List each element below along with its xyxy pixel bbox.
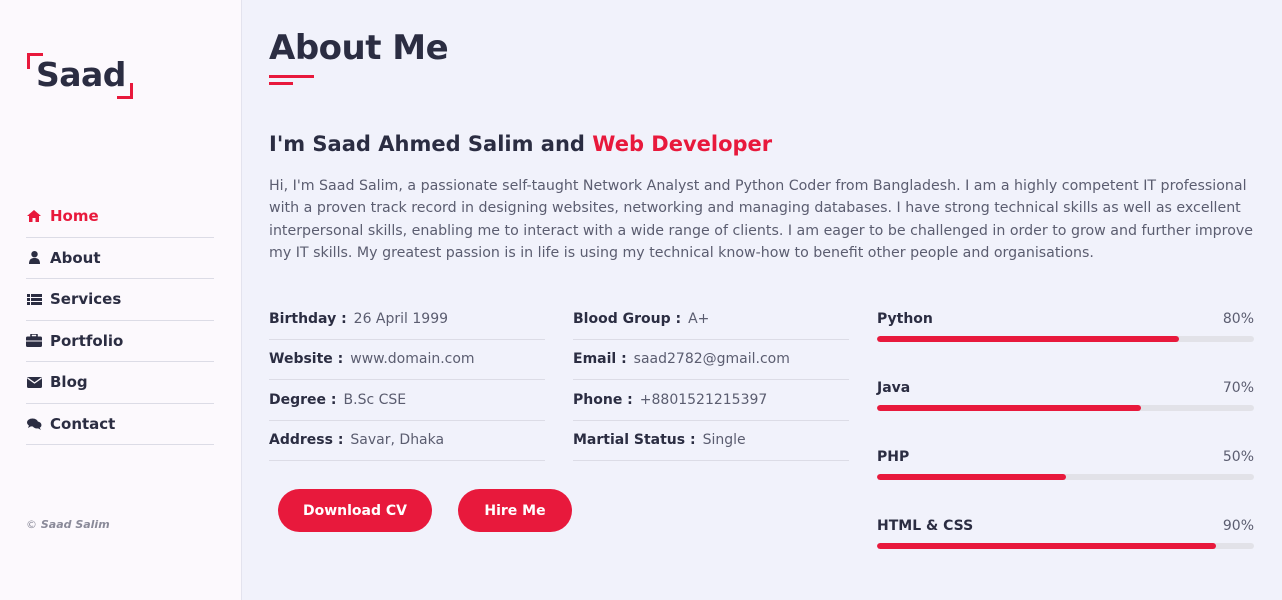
- user-icon: [26, 251, 42, 265]
- title-underline-short: [269, 82, 293, 85]
- nav-label: About: [50, 248, 101, 267]
- info-label: Phone :: [573, 391, 633, 408]
- skill-percent: 90%: [1222, 518, 1254, 534]
- skill-java: Java 70%: [877, 377, 1254, 446]
- briefcase-icon: [26, 334, 42, 348]
- skill-progress-fill: [877, 405, 1141, 411]
- skill-name: PHP: [877, 449, 910, 465]
- skill-progress-track: [877, 543, 1254, 549]
- intro-heading: I'm Saad Ahmed Salim and Web Developer: [269, 132, 772, 156]
- hire-me-button[interactable]: Hire Me: [458, 489, 572, 532]
- info-row-degree: Degree : B.Sc CSE: [269, 380, 545, 421]
- skills-list: Python 80% Java 70% PHP 50% HTML & CSS 9…: [877, 308, 1254, 584]
- skill-php: PHP 50%: [877, 446, 1254, 515]
- skill-percent: 50%: [1222, 449, 1254, 465]
- skill-progress-fill: [877, 336, 1179, 342]
- skill-progress-track: [877, 405, 1254, 411]
- home-icon: [26, 209, 42, 223]
- info-label: Birthday :: [269, 310, 347, 327]
- info-label: Blood Group :: [573, 310, 682, 327]
- skill-progress-track: [877, 336, 1254, 342]
- nav-label: Blog: [50, 373, 88, 392]
- intro-heading-name: I'm Saad Ahmed Salim and: [269, 132, 585, 156]
- title-underline: [269, 75, 314, 78]
- nav-label: Contact: [50, 414, 116, 433]
- info-label: Address :: [269, 432, 344, 449]
- info-row-blood-group: Blood Group : A+: [573, 299, 849, 340]
- info-label: Martial Status :: [573, 432, 696, 449]
- intro-heading-role: Web Developer: [592, 132, 773, 156]
- personal-info-right: Blood Group : A+ Email : saad2782@gmail.…: [573, 299, 849, 461]
- nav-label: Home: [50, 207, 99, 226]
- info-value: 26 April 1999: [353, 310, 449, 327]
- logo-corner-bottom-right: [117, 83, 133, 99]
- info-row-address: Address : Savar, Dhaka: [269, 421, 545, 461]
- logo-text: Saad: [36, 55, 126, 94]
- info-value: B.Sc CSE: [343, 391, 407, 408]
- info-value: A+: [688, 310, 710, 327]
- copyright-name: Saad Salim: [40, 518, 110, 531]
- sidebar: Saad Home About Services Portfolio Blog …: [0, 0, 242, 600]
- skill-percent: 80%: [1222, 311, 1254, 327]
- nav-label: Services: [50, 290, 122, 309]
- download-cv-button[interactable]: Download CV: [278, 489, 432, 532]
- skill-name: Python: [877, 311, 933, 327]
- info-value: Single: [702, 432, 746, 449]
- copyright: © Saad Salim: [26, 518, 110, 531]
- skill-progress-track: [877, 474, 1254, 480]
- skill-percent: 70%: [1222, 380, 1254, 396]
- info-value: Savar, Dhaka: [350, 432, 445, 449]
- list-icon: [26, 292, 42, 306]
- info-value: saad2782@gmail.com: [633, 351, 790, 368]
- nav-item-portfolio[interactable]: Portfolio: [26, 321, 214, 362]
- info-row-marital-status: Martial Status : Single: [573, 421, 849, 461]
- skill-html-css: HTML & CSS 90%: [877, 515, 1254, 584]
- sidebar-nav: Home About Services Portfolio Blog Conta…: [26, 196, 214, 445]
- nav-item-home[interactable]: Home: [26, 196, 214, 238]
- info-row-birthday: Birthday : 26 April 1999: [269, 299, 545, 340]
- nav-label: Portfolio: [50, 331, 124, 350]
- info-value: +8801521215397: [639, 391, 768, 408]
- skill-progress-fill: [877, 543, 1217, 549]
- comments-icon: [26, 417, 42, 431]
- copyright-symbol: ©: [26, 518, 37, 531]
- info-row-email: Email : saad2782@gmail.com: [573, 340, 849, 380]
- info-label: Email :: [573, 351, 627, 368]
- main-content: About Me I'm Saad Ahmed Salim and Web De…: [269, 0, 1259, 600]
- envelope-icon: [26, 375, 42, 389]
- skill-progress-fill: [877, 474, 1066, 480]
- skill-python: Python 80%: [877, 308, 1254, 377]
- skill-name: Java: [877, 380, 911, 396]
- nav-item-services[interactable]: Services: [26, 279, 214, 321]
- info-row-phone: Phone : +8801521215397: [573, 380, 849, 421]
- logo[interactable]: Saad: [27, 53, 133, 99]
- nav-item-blog[interactable]: Blog: [26, 362, 214, 404]
- nav-item-contact[interactable]: Contact: [26, 404, 214, 445]
- info-label: Degree :: [269, 391, 337, 408]
- personal-info-left: Birthday : 26 April 1999 Website : www.d…: [269, 299, 545, 461]
- bio-paragraph: Hi, I'm Saad Salim, a passionate self-ta…: [269, 178, 1254, 261]
- info-row-website: Website : www.domain.com: [269, 340, 545, 380]
- page-title: About Me: [269, 28, 449, 68]
- info-value: www.domain.com: [350, 351, 475, 368]
- skill-name: HTML & CSS: [877, 518, 974, 534]
- info-label: Website :: [269, 351, 344, 368]
- nav-item-about[interactable]: About: [26, 238, 214, 279]
